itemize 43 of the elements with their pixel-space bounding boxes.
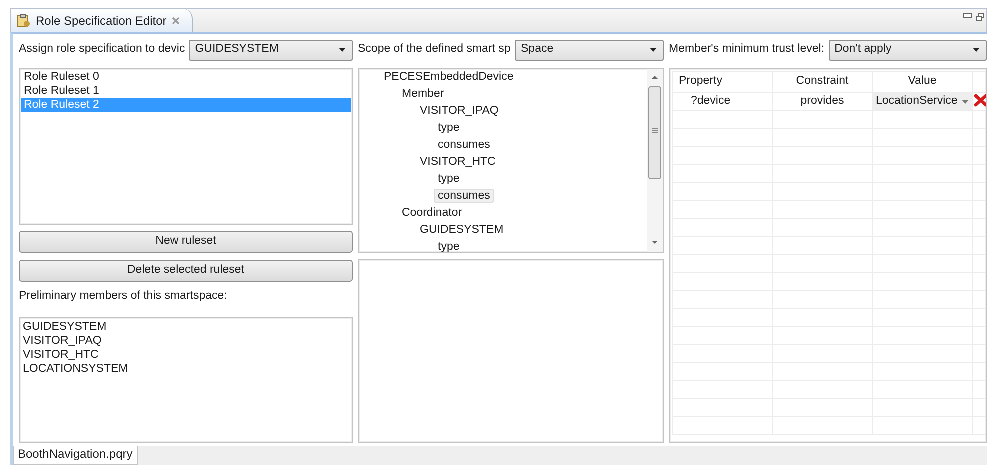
dropdown-arrow-icon	[339, 48, 346, 52]
dropdown[interactable]: Space	[515, 40, 664, 60]
dropdown-arrow-icon	[650, 48, 657, 52]
page-tab[interactable]: BoothNavigation.pqry	[13, 446, 138, 465]
tree-item[interactable]: type	[434, 172, 464, 186]
list-item: GUIDESYSTEM	[23, 320, 108, 334]
dropdown-arrow-icon	[962, 100, 969, 104]
list-item[interactable]: Role Ruleset 1	[21, 84, 351, 98]
list-item: VISITOR_HTC	[23, 348, 100, 362]
value-dropdown[interactable]: LocationService	[873, 93, 972, 110]
tree-item[interactable]: consumes	[434, 189, 494, 203]
maximize-icon[interactable]	[976, 13, 984, 21]
tree-item[interactable]: VISITOR_IPAQ	[416, 104, 503, 118]
tree-item[interactable]: type	[434, 121, 464, 135]
tree-item[interactable]: GUIDESYSTEM	[416, 223, 508, 237]
table-cell: provides	[772, 92, 872, 111]
dropdown-arrow-icon	[973, 48, 980, 52]
tree-item[interactable]: Member	[398, 87, 448, 101]
tree-item[interactable]: PECESEmbeddedDevice	[380, 70, 518, 84]
dropdown[interactable]: Don't apply	[828, 40, 987, 60]
list-item: LOCATIONSYSTEM	[23, 362, 130, 376]
column-header[interactable]: Value	[872, 72, 972, 92]
minimize-icon[interactable]	[963, 13, 972, 18]
close-icon[interactable]	[172, 16, 180, 24]
column-header[interactable]: Property	[672, 72, 772, 92]
list-item: VISITOR_IPAQ	[23, 334, 103, 348]
section-label: Preliminary members of this smartspace:	[19, 289, 228, 304]
ruleset-button[interactable]: New ruleset	[19, 231, 353, 253]
tree-item[interactable]: Coordinator	[398, 206, 466, 220]
column-header[interactable]: Constraint	[772, 72, 872, 92]
field-label: Member's minimum trust level:	[669, 42, 825, 58]
ruleset-button[interactable]: Delete selected ruleset	[19, 260, 353, 282]
document-icon	[17, 14, 31, 28]
dropdown[interactable]: GUIDESYSTEM	[189, 40, 353, 60]
tree-item[interactable]: VISITOR_HTC	[416, 155, 500, 169]
field-label: Scope of the defined smart sp	[358, 42, 511, 58]
field-label: Assign role specification to devic	[19, 42, 186, 58]
scrollbar[interactable]	[647, 69, 663, 252]
table-cell: ?device	[672, 92, 772, 111]
editor-tab[interactable]: Role Specification Editor	[11, 9, 193, 32]
list-item[interactable]: Role Ruleset 0	[21, 70, 351, 84]
delete-icon[interactable]	[974, 94, 986, 108]
tree-item[interactable]: consumes	[434, 138, 494, 152]
